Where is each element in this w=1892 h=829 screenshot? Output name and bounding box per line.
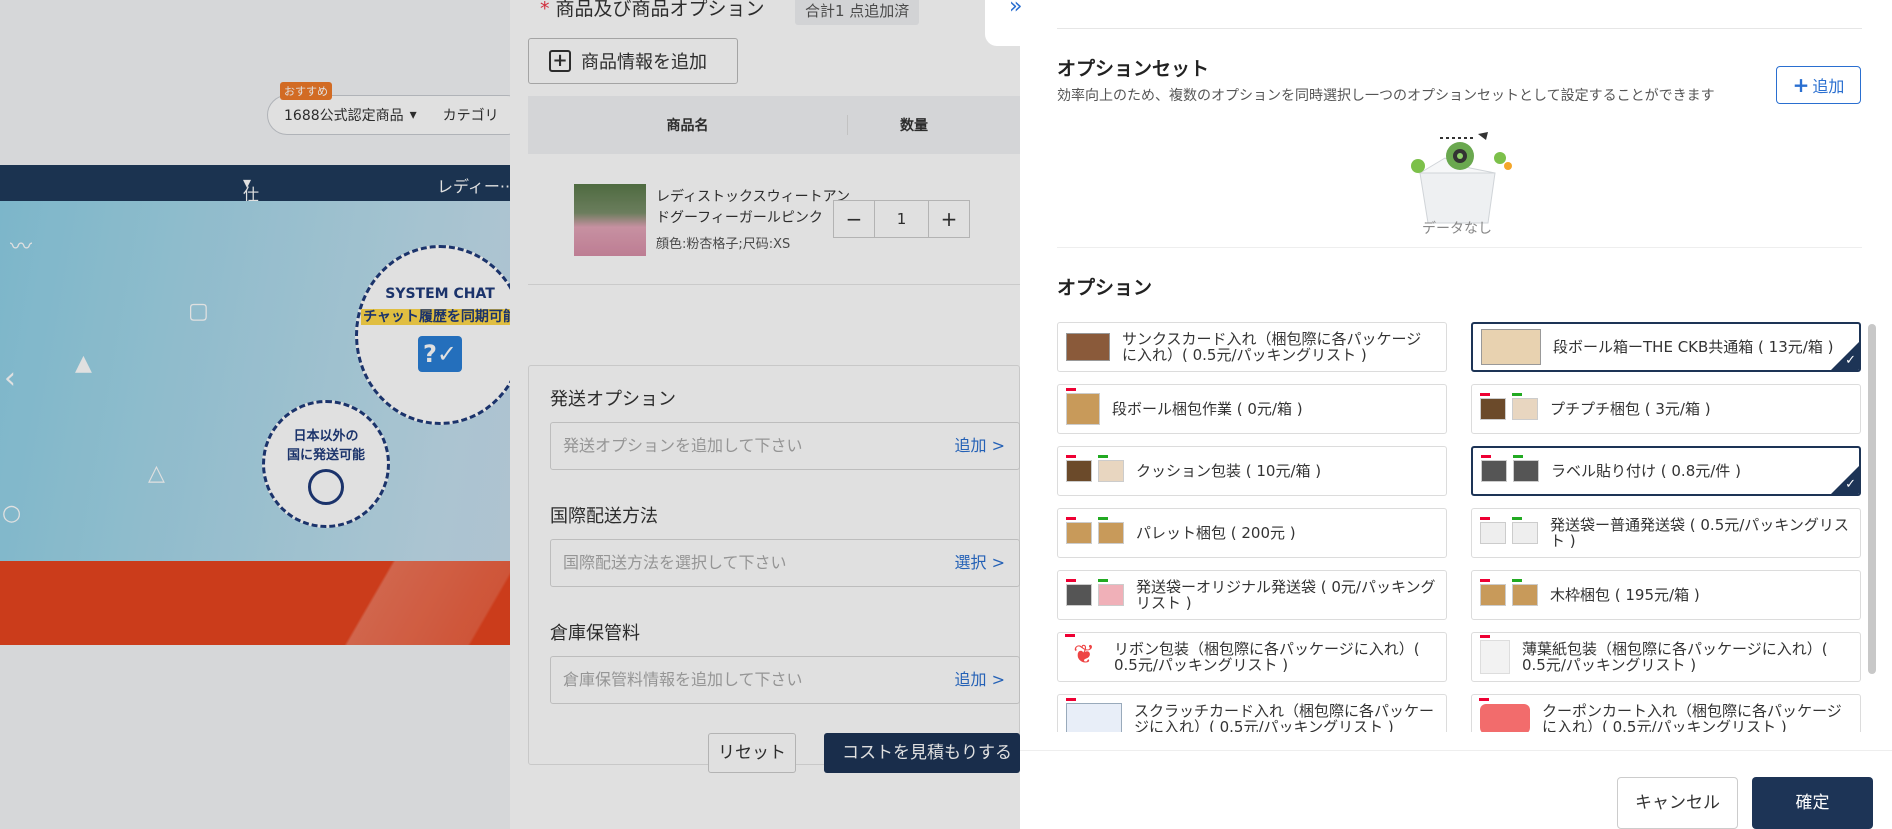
option-original-bag[interactable]: 発送袋ーオリジナル発送袋 ( 0元/パッキングリスト ) (1057, 570, 1447, 620)
option-set-title: オプションセット (1057, 58, 1210, 80)
option-label: 段ボール箱ーTHE CKB共通箱 ( 13元/箱 ) (1553, 338, 1834, 356)
screen: 1688公式認定商品 ▾ カテゴリ おすすめ 仕入れ元 ▾ レディー·· 〰 ▢… (0, 0, 1892, 829)
divider (1057, 28, 1862, 29)
bubble-wrap-thumb-before (1480, 393, 1506, 420)
option-label: 薄葉紙包装（梱包際に各パッケージに入れ）( 0.5元/パッキングリスト ) (1522, 640, 1828, 674)
option-bubble-wrap[interactable]: プチプチ梱包 ( 3元/箱 ) (1471, 384, 1861, 434)
option-label: クーポンカート入れ（梱包際に各パッケージに入れ）( 0.5元/パッキングリスト … (1542, 702, 1842, 732)
plus-icon: + (1792, 73, 1810, 97)
option-cushion[interactable]: クッション包装 ( 10元/箱 ) (1057, 446, 1447, 496)
pallet-thumb-before (1066, 517, 1092, 544)
empty-data-text: データなし (1422, 221, 1492, 237)
label-thumb-before (1481, 455, 1507, 482)
coupon-card-thumb (1479, 698, 1530, 732)
option-cardboard-packing[interactable]: 段ボール梱包作業 ( 0元/箱 ) (1057, 384, 1447, 434)
ckb-box-thumb (1481, 329, 1541, 365)
pallet-thumb-after (1098, 517, 1124, 544)
bubble-wrap-thumb-after (1512, 393, 1538, 420)
option-label: サンクスカード入れ（梱包際に各パッケージに入れ）( 0.5元/パッキングリスト … (1122, 330, 1422, 364)
add-option-set-button[interactable]: + 追加 (1776, 66, 1861, 104)
option-label: ラベル貼り付け ( 0.8元/件 ) (1551, 462, 1741, 480)
option-label-sticking[interactable]: ラベル貼り付け ( 0.8元/件 ) ✓ (1471, 446, 1861, 496)
selected-check-icon: ✓ (1831, 342, 1859, 370)
cushion-thumb-after (1098, 455, 1124, 482)
option-ribbon[interactable]: ❦ リボン包装（梱包際に各パッケージに入れ）( 0.5元/パッキングリスト ) (1057, 632, 1447, 682)
footer-divider (1020, 750, 1892, 751)
option-label: 木枠梱包 ( 195元/箱 ) (1550, 586, 1700, 604)
crate-thumb-after (1512, 579, 1538, 606)
option-thanks-card[interactable]: サンクスカード入れ（梱包際に各パッケージに入れ）( 0.5元/パッキングリスト … (1057, 322, 1447, 372)
option-label: プチプチ梱包 ( 3元/箱 ) (1550, 400, 1711, 418)
standard-bag-thumb-before (1480, 517, 1506, 544)
option-ckb-box[interactable]: 段ボール箱ーTHE CKB共通箱 ( 13元/箱 ) ✓ (1471, 322, 1861, 372)
option-scratch-card[interactable]: スクラッチカード入れ（梱包際に各パッケージに入れ）( 0.5元/パッキングリスト… (1057, 694, 1447, 732)
confirm-button[interactable]: 確定 (1752, 777, 1873, 829)
option-label: パレット梱包 ( 200元 ) (1136, 524, 1296, 542)
options-list: サンクスカード入れ（梱包際に各パッケージに入れ）( 0.5元/パッキングリスト … (1057, 320, 1862, 732)
options-title: オプション (1057, 277, 1153, 299)
selected-check-icon: ✓ (1831, 466, 1859, 494)
option-wooden-crate[interactable]: 木枠梱包 ( 195元/箱 ) (1471, 570, 1861, 620)
tissue-paper-thumb (1480, 635, 1510, 674)
option-standard-bag[interactable]: 発送袋ー普通発送袋 ( 0.5元/パッキングリスト ) (1471, 508, 1861, 558)
cardboard-thumb (1066, 388, 1100, 425)
ribbon-icon: ❦ (1065, 634, 1102, 674)
original-bag-thumb-before (1066, 579, 1092, 606)
option-label: クッション包装 ( 10元/箱 ) (1136, 462, 1322, 480)
option-tissue-paper[interactable]: 薄葉紙包装（梱包際に各パッケージに入れ）( 0.5元/パッキングリスト ) (1471, 632, 1861, 682)
standard-bag-thumb-after (1512, 517, 1538, 544)
options-scrollbar[interactable] (1868, 324, 1876, 674)
option-label: 発送袋ーオリジナル発送袋 ( 0元/パッキングリスト ) (1136, 578, 1436, 612)
option-label: リボン包装（梱包際に各パッケージに入れ）( 0.5元/パッキングリスト ) (1114, 640, 1420, 674)
add-label: 追加 (1812, 77, 1845, 96)
cushion-thumb-before (1066, 455, 1092, 482)
empty-box-illustration-icon (1411, 132, 1512, 224)
thanks-card-thumb (1066, 333, 1110, 361)
original-bag-thumb-after (1098, 579, 1124, 606)
label-thumb-after (1513, 455, 1539, 482)
option-pallet[interactable]: パレット梱包 ( 200元 ) (1057, 508, 1447, 558)
crate-thumb-before (1480, 579, 1506, 606)
option-set-description: 効率向上のため、複数のオプションを同時選択し一つのオプションセットとして設定する… (1057, 88, 1715, 104)
option-label: スクラッチカード入れ（梱包際に各パッケージに入れ）( 0.5元/パッキングリスト… (1134, 702, 1435, 732)
option-label: 段ボール梱包作業 ( 0元/箱 ) (1112, 400, 1303, 418)
double-chevron-icon[interactable]: » (1009, 0, 1022, 19)
cancel-button[interactable]: キャンセル (1617, 777, 1738, 829)
option-label: 発送袋ー普通発送袋 ( 0.5元/パッキングリスト ) (1550, 516, 1849, 550)
scratch-card-thumb (1066, 698, 1122, 732)
option-coupon-card[interactable]: クーポンカート入れ（梱包際に各パッケージに入れ）( 0.5元/パッキングリスト … (1471, 694, 1861, 732)
